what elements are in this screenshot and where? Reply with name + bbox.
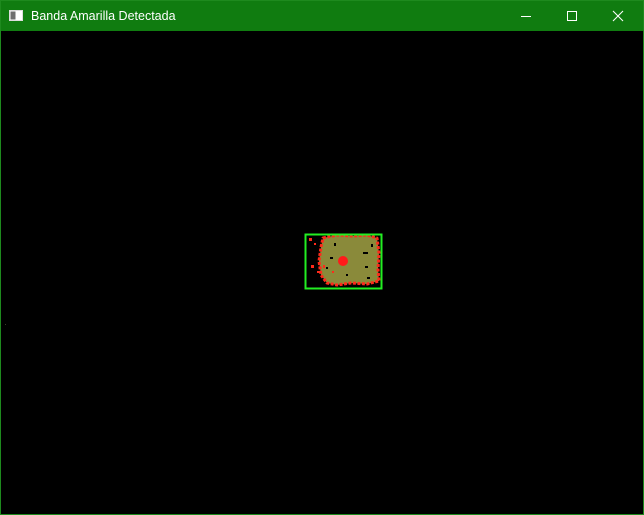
close-icon: [612, 10, 624, 22]
maximize-button[interactable]: [549, 1, 595, 31]
detection-overlay: [304, 233, 383, 290]
window-title: Banda Amarilla Detectada: [31, 9, 176, 23]
minimize-icon: [521, 16, 531, 17]
maximize-icon: [567, 11, 577, 21]
centroid-marker: [338, 256, 348, 266]
window-app-icon: [9, 10, 23, 21]
close-button[interactable]: [595, 1, 641, 31]
minimize-button[interactable]: [503, 1, 549, 31]
video-frame: [1, 31, 643, 514]
app-window: Banda Amarilla Detectada: [0, 0, 644, 515]
title-bar[interactable]: Banda Amarilla Detectada: [1, 1, 643, 31]
